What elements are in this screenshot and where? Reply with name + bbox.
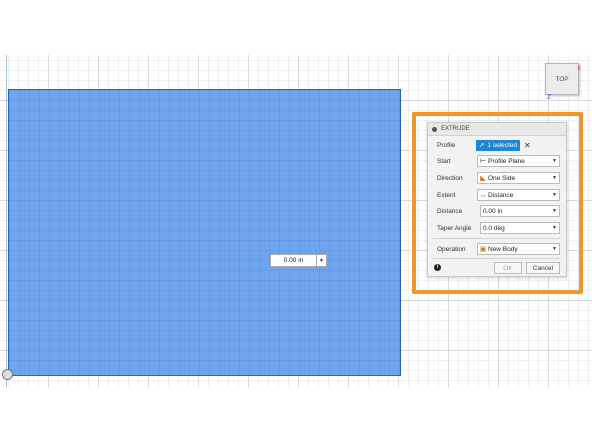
origin-icon[interactable] <box>2 369 13 380</box>
extent-select[interactable]: ↔ Distance ▼ <box>477 189 560 201</box>
taper-angle-label: Taper Angle <box>437 224 472 232</box>
axis-line <box>6 55 7 387</box>
start-row: Start ⊢ Profile Plane ▼ <box>428 155 566 167</box>
distance-input[interactable]: 0.00 in ▼ <box>480 205 560 217</box>
profile-plane-icon: ⊢ <box>479 158 487 165</box>
dialog-header[interactable]: EXTRUDE <box>428 123 566 136</box>
info-icon[interactable]: i <box>434 264 441 271</box>
cursor-arrow-icon: ➚ <box>478 142 485 149</box>
start-value: Profile Plane <box>488 157 525 165</box>
operation-row: Operation ▣ New Body ▼ <box>428 243 566 255</box>
distance-label: Distance <box>437 207 463 215</box>
cancel-button[interactable]: Cancel <box>526 262 560 274</box>
distance-manipulator-input[interactable]: 0.00 in ▼ <box>270 254 327 267</box>
extent-row: Extent ↔ Distance ▼ <box>428 189 566 201</box>
taper-angle-value[interactable]: 0.0 deg <box>481 225 550 232</box>
profile-label: Profile <box>437 141 456 149</box>
operation-value: New Body <box>488 245 518 253</box>
direction-value: One Side <box>488 174 516 182</box>
clear-selection-icon[interactable]: ✕ <box>524 141 531 150</box>
direction-row: Direction ◣ One Side ▼ <box>428 172 566 184</box>
profile-selection-label: 1 selected <box>487 141 518 149</box>
distance-icon: ↔ <box>479 191 487 199</box>
new-body-icon: ▣ <box>479 246 487 253</box>
divider <box>433 238 561 239</box>
chevron-down-icon[interactable]: ▼ <box>550 208 559 214</box>
profile-row: Profile ➚ 1 selected ✕ <box>428 139 566 151</box>
sketch-profile-rectangle[interactable] <box>8 89 401 376</box>
ok-button[interactable]: OK <box>494 262 522 274</box>
one-side-icon: ◣ <box>480 175 486 182</box>
dialog-title: EXTRUDE <box>441 126 470 132</box>
chevron-down-icon: ▼ <box>552 246 557 252</box>
chevron-down-icon[interactable]: ▼ <box>550 225 559 231</box>
taper-angle-input[interactable]: 0.0 deg ▼ <box>480 222 560 234</box>
viewcube[interactable]: TOP <box>545 63 579 95</box>
chevron-down-icon: ▼ <box>552 192 557 198</box>
distance-manipulator-value[interactable]: 0.00 in <box>271 257 316 264</box>
operation-label: Operation <box>437 245 466 253</box>
distance-value[interactable]: 0.00 in <box>481 208 550 215</box>
direction-label: Direction <box>437 174 463 182</box>
collapse-icon[interactable] <box>432 126 437 132</box>
direction-select[interactable]: ◣ One Side ▼ <box>477 172 560 184</box>
chevron-down-icon: ▼ <box>552 175 557 181</box>
viewcube-face-label: TOP <box>555 75 569 83</box>
extrude-dialog: EXTRUDE Profile ➚ 1 selected ✕ Start ⊢ P… <box>427 122 567 277</box>
start-label: Start <box>437 157 451 165</box>
taper-angle-row: Taper Angle 0.0 deg ▼ <box>428 222 566 234</box>
chevron-down-icon[interactable]: ▼ <box>316 255 326 266</box>
start-select[interactable]: ⊢ Profile Plane ▼ <box>477 155 560 167</box>
extent-label: Extent <box>437 191 456 199</box>
x-axis-label: X <box>577 66 582 72</box>
distance-row: Distance 0.00 in ▼ <box>428 205 566 217</box>
divider <box>433 258 561 259</box>
extent-value: Distance <box>488 191 514 199</box>
z-axis-label: Z <box>547 94 552 101</box>
operation-select[interactable]: ▣ New Body ▼ <box>477 243 560 255</box>
profile-selection-button[interactable]: ➚ 1 selected <box>476 139 520 151</box>
chevron-down-icon: ▼ <box>552 158 557 164</box>
